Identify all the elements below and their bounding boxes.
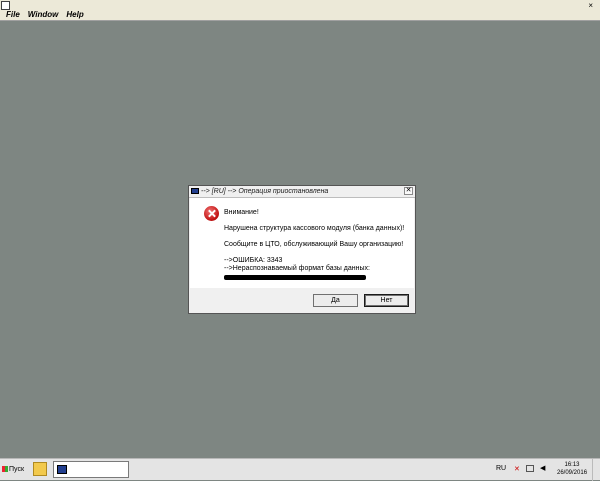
- dialog-title: --> [RU] --> Операция приостановлена: [201, 188, 329, 195]
- main-menu: File Window Help: [2, 10, 88, 20]
- dialog-close-button[interactable]: ✕: [404, 187, 413, 195]
- volume-icon[interactable]: ◀: [540, 464, 545, 472]
- clock-time: 16:13: [564, 462, 580, 468]
- message-contact: Сообщите в ЦТО, обслуживающий Вашу орган…: [224, 241, 404, 248]
- menu-help[interactable]: Help: [62, 10, 87, 20]
- dialog-content: Внимание! Нарушена структура кассового м…: [190, 198, 414, 288]
- message-error-detail: -->Нераспознаваемый формат базы данных:: [224, 265, 370, 272]
- console-icon: [57, 465, 67, 474]
- console-icon: [191, 188, 199, 194]
- folder-icon[interactable]: [33, 462, 47, 476]
- start-label: Пуск: [9, 466, 25, 473]
- message-attention: Внимание!: [224, 209, 259, 216]
- windows-flag-icon: [2, 466, 8, 473]
- start-button[interactable]: Пуск: [0, 461, 29, 479]
- menu-file[interactable]: File: [2, 10, 24, 20]
- message-error-code: -->ОШИБКА: 3343: [224, 257, 283, 264]
- show-desktop-button[interactable]: [592, 459, 600, 481]
- taskbar-window-button[interactable]: [53, 461, 129, 478]
- message-structure: Нарушена структура кассового модуля (бан…: [224, 225, 405, 232]
- network-icon[interactable]: ✕: [514, 465, 520, 473]
- clock[interactable]: 16:13 26/09/2016: [557, 461, 587, 477]
- error-icon: [204, 206, 219, 221]
- app-icon: [1, 1, 10, 10]
- no-button[interactable]: Нет: [364, 294, 409, 307]
- error-dialog: --> [RU] --> Операция приостановлена ✕ В…: [188, 185, 416, 314]
- close-icon[interactable]: ×: [588, 2, 593, 10]
- monitor-icon[interactable]: [526, 465, 534, 472]
- dialog-titlebar[interactable]: --> [RU] --> Операция приостановлена ✕: [189, 186, 415, 198]
- language-indicator[interactable]: RU: [496, 465, 506, 473]
- clock-date: 26/09/2016: [557, 470, 588, 476]
- app-menubar: File Window Help ×: [0, 0, 600, 21]
- redaction-bar: [224, 275, 366, 280]
- yes-button[interactable]: Да: [313, 294, 358, 307]
- taskbar: Пуск RU ✕ ◀ 16:13 26/09/2016: [0, 458, 600, 481]
- menu-window[interactable]: Window: [24, 10, 63, 20]
